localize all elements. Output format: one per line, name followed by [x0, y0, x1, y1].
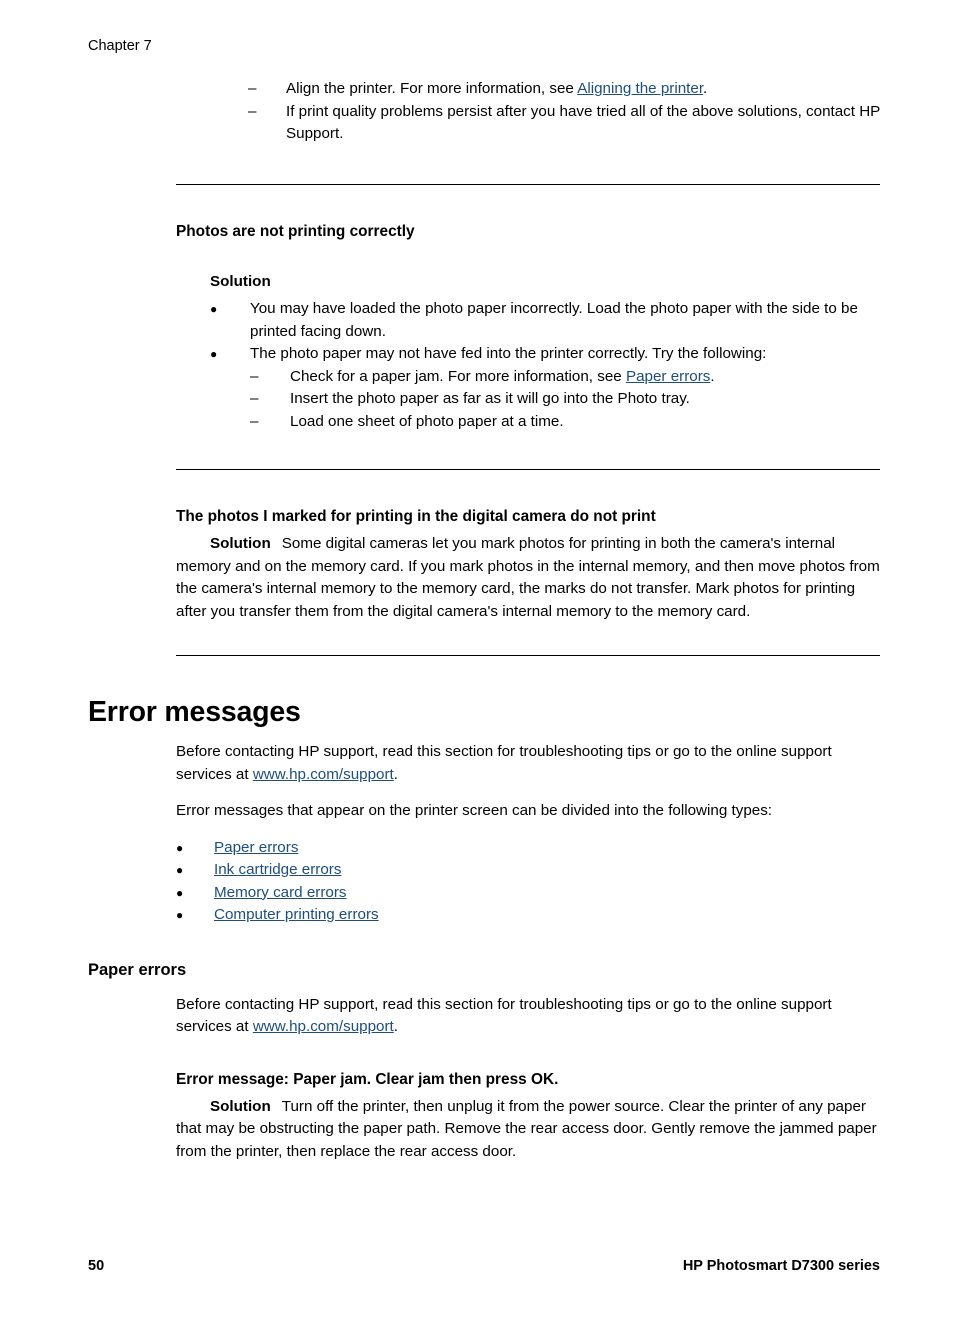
link-paper-errors[interactable]: Paper errors	[214, 837, 880, 860]
link-paper-errors[interactable]: Paper errors	[626, 368, 710, 385]
link-hp-support-url[interactable]: www.hp.com/support	[253, 766, 394, 783]
heading-paper-errors: Paper errors	[88, 960, 187, 979]
solution-label-photos: Solution	[210, 272, 271, 290]
photos-solution-subitems: – Check for a paper jam. For more inform…	[250, 366, 880, 434]
list-item-text: The photo paper may not have fed into th…	[250, 345, 767, 362]
list-item: – If print quality problems persist afte…	[248, 101, 888, 146]
dash-marker: –	[248, 80, 257, 97]
list-item: – Insert the photo paper as far as it wi…	[250, 388, 880, 411]
footer-product-name: HP Photosmart D7300 series	[682, 1258, 880, 1274]
document-page: Chapter 7 – Align the printer. For more …	[0, 0, 954, 1321]
link-ink-cartridge-errors[interactable]: Ink cartridge errors	[214, 859, 880, 882]
list-item-text: You may have loaded the photo paper inco…	[250, 300, 858, 340]
heading-error-message-paper-jam: Error message: Paper jam. Clear jam then…	[176, 1070, 559, 1088]
camera-solution-paragraph: Solution Some digital cameras let you mar…	[176, 533, 880, 623]
paper-jam-solution-paragraph: Solution Turn off the printer, then unplu…	[176, 1096, 880, 1164]
dash-marker: –	[250, 367, 259, 385]
list-item: ● Computer printing errors	[176, 904, 880, 927]
dash-marker: –	[248, 102, 257, 120]
link-hp-support-url[interactable]: www.hp.com/support	[253, 1018, 394, 1035]
heading-error-messages: Error messages	[88, 696, 301, 728]
link-aligning-the-printer[interactable]: Aligning the printer	[577, 80, 703, 97]
dash-marker: –	[250, 412, 259, 430]
camera-solution-text: Some digital cameras let you mark photos…	[176, 535, 880, 620]
error-messages-intro: Before contacting HP support, read this …	[176, 741, 880, 786]
page-footer: 50 HP Photosmart D7300 series	[88, 1258, 880, 1274]
paper-errors-intro: Before contacting HP support, read this …	[176, 994, 880, 1039]
list-item-text: Load one sheet of photo paper at a time.	[290, 412, 564, 430]
list-item: ● You may have loaded the photo paper in…	[210, 298, 880, 343]
dash-marker: –	[250, 390, 259, 407]
list-item: ● The photo paper may not have fed into …	[210, 343, 880, 366]
heading-marked-photos-not-printing: The photos I marked for printing in the …	[176, 508, 656, 525]
solution-label-paper-jam: Solution	[210, 1097, 271, 1115]
bullet-marker: ●	[210, 347, 218, 361]
error-types-link-list: ● Paper errors ● Ink cartridge errors ● …	[176, 837, 880, 927]
list-item-text: Insert the photo paper as far as it will…	[290, 390, 690, 407]
page-content: – Align the printer. For more informatio…	[0, 0, 954, 1163]
list-item: – Align the printer. For more informatio…	[248, 78, 888, 101]
footer-page-number: 50	[88, 1258, 105, 1274]
error-messages-types-intro: Error messages that appear on the printe…	[176, 802, 773, 819]
section-divider	[176, 655, 880, 656]
list-item-text: Check for a paper jam. For more informat…	[290, 366, 880, 389]
section-divider	[176, 469, 880, 470]
error-messages-intro-post: .	[393, 765, 399, 783]
paper-jam-solution-text: Turn off the printer, then unplug it fro…	[176, 1097, 877, 1160]
list-item: – Load one sheet of photo paper at a tim…	[250, 411, 880, 434]
link-memory-card-errors[interactable]: Memory card errors	[214, 882, 880, 905]
solution-label-camera: Solution	[210, 535, 271, 552]
list-item-text-pre: Align the printer. For more information,…	[286, 80, 578, 97]
link-computer-printing-errors[interactable]: Computer printing errors	[214, 904, 880, 927]
list-item: – Check for a paper jam. For more inform…	[250, 366, 880, 389]
bullet-marker: ●	[176, 885, 184, 900]
bullet-marker: ●	[176, 840, 184, 855]
top-dash-list: – Align the printer. For more informatio…	[248, 78, 888, 146]
photos-solution-bullets: ● You may have loaded the photo paper in…	[210, 298, 880, 366]
bullet-marker: ●	[176, 908, 184, 922]
bullet-marker: ●	[210, 302, 218, 316]
list-item-text-post: .	[703, 80, 708, 97]
paper-errors-intro-post: .	[393, 1018, 399, 1035]
list-item-text: If print quality problems persist after …	[286, 102, 881, 143]
list-item: ● Memory card errors	[176, 882, 880, 905]
list-item: ● Ink cartridge errors	[176, 859, 880, 882]
heading-photos-not-printing: Photos are not printing correctly	[176, 222, 415, 240]
list-item-text-pre: Check for a paper jam. For more informat…	[290, 367, 626, 385]
bullet-marker: ●	[176, 863, 184, 877]
section-divider	[176, 183, 880, 185]
list-item-text-post: .	[710, 367, 715, 385]
list-item-text: Align the printer. For more information,…	[286, 78, 888, 101]
list-item: ● Paper errors	[176, 837, 880, 860]
